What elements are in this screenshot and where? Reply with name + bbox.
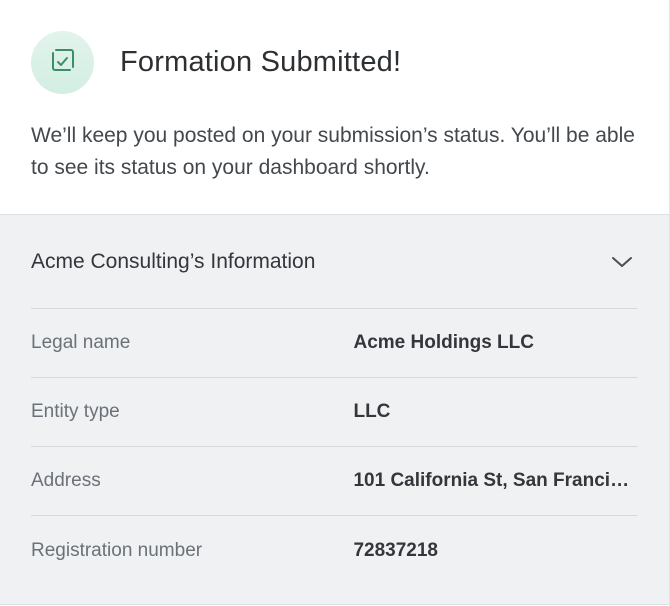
- info-label: Legal name: [31, 332, 131, 353]
- chevron-down-icon[interactable]: [610, 250, 634, 274]
- section-title: Acme Consulting’s Information: [31, 249, 316, 273]
- title-row: Formation Submitted!: [31, 31, 638, 94]
- information-section: Acme Consulting’s Information Legal name…: [0, 215, 669, 605]
- formation-submitted-panel: Formation Submitted! We’ll keep you post…: [0, 0, 670, 606]
- info-value: 101 California St, San Francisco: [353, 470, 638, 491]
- info-value: 72837218: [353, 539, 439, 561]
- info-label: Registration number: [31, 539, 203, 561]
- info-label: Entity type: [31, 401, 120, 422]
- page-title: Formation Submitted!: [120, 46, 402, 78]
- info-value: Acme Holdings LLC: [353, 332, 534, 353]
- info-row-entity-type: Entity type LLC: [31, 378, 638, 447]
- info-row-registration-number: Registration number 72837218: [31, 516, 638, 585]
- success-icon-badge: [31, 31, 94, 94]
- check-square-icon: [50, 47, 76, 78]
- info-label: Address: [31, 470, 101, 491]
- information-section-header[interactable]: Acme Consulting’s Information: [31, 215, 638, 309]
- status-message: We’ll keep you posted on your submission…: [31, 124, 635, 179]
- confirmation-header: Formation Submitted! We’ll keep you post…: [0, 0, 669, 215]
- info-value: LLC: [353, 401, 391, 422]
- info-row-legal-name: Legal name Acme Holdings LLC: [31, 309, 638, 378]
- info-row-address: Address 101 California St, San Francisco: [31, 447, 638, 516]
